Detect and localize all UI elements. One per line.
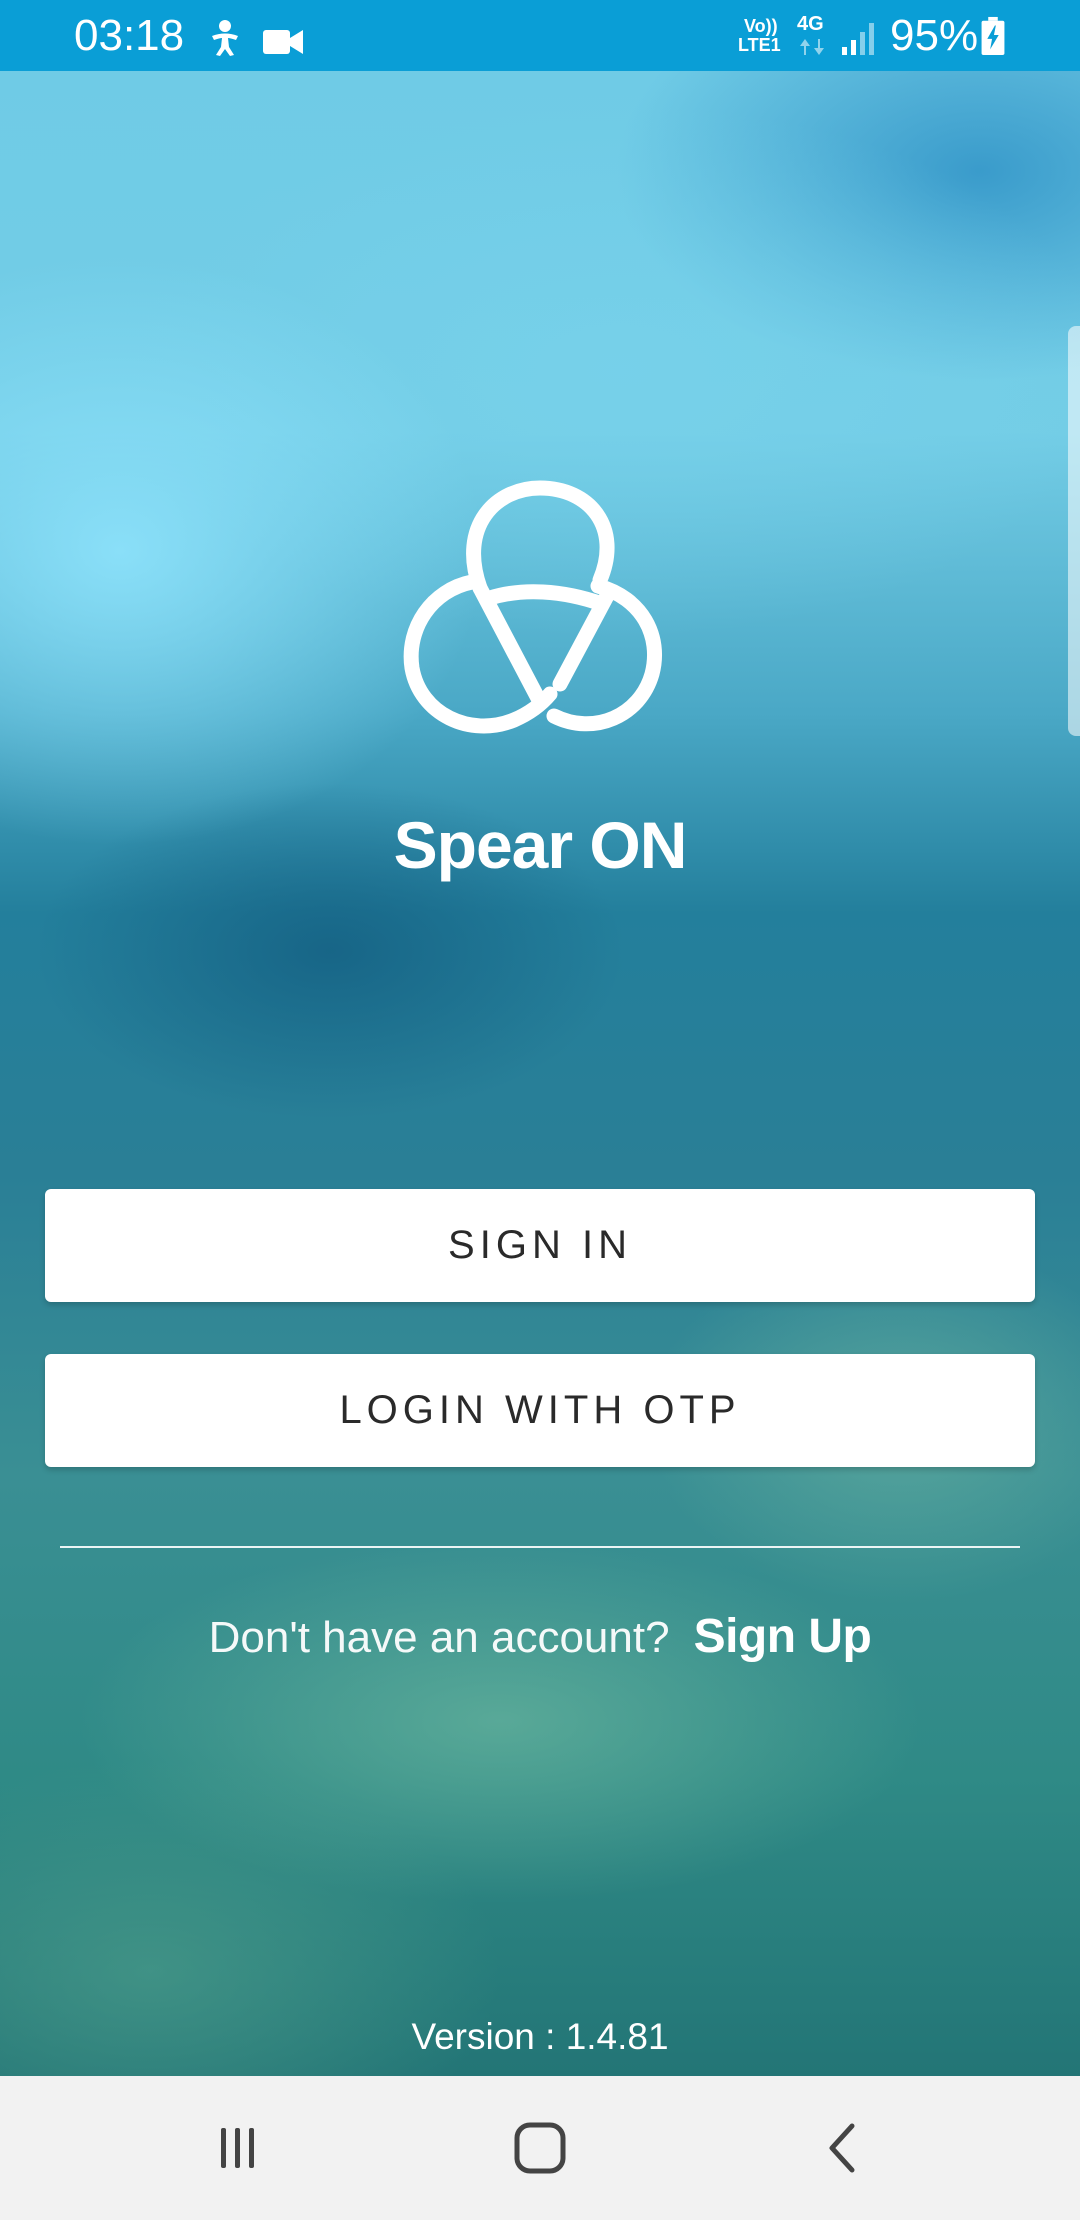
volte-icon: Vo)) LTE1 (738, 17, 788, 59)
account-prompt-text: Don't have an account? (208, 1613, 670, 1662)
lte-label: LTE1 (738, 35, 781, 55)
signal-icon (842, 23, 874, 55)
trefoil-knot-logo (403, 480, 663, 734)
navigation-bar (0, 2076, 1080, 2220)
data-arrows-icon (800, 39, 824, 55)
back-icon (829, 2123, 855, 2173)
blurred-background (0, 71, 1080, 2076)
login-screen: 03:18 Vo)) LTE1 4G 95% Spear ON SIGN IN … (0, 0, 1080, 2220)
status-bar: 03:18 Vo)) LTE1 4G 95% (0, 0, 1080, 71)
divider (60, 1546, 1020, 1548)
battery-percentage: 95% (890, 11, 979, 60)
back-button[interactable] (782, 2076, 902, 2220)
home-button[interactable] (480, 2076, 600, 2220)
status-time: 03:18 (74, 11, 185, 60)
version-text: Version : 1.4.81 (411, 2016, 669, 2057)
login-with-otp-button[interactable]: LOGIN WITH OTP (45, 1354, 1035, 1467)
home-icon (514, 2122, 566, 2174)
sign-up-prompt-row: Don't have an account? Sign Up (0, 1607, 1080, 1668)
data-4g-icon: 4G (797, 13, 829, 59)
video-camera-icon (263, 30, 303, 54)
recent-apps-icon (221, 2128, 254, 2168)
sign-up-link[interactable]: Sign Up (694, 1607, 872, 1667)
sign-in-button[interactable]: SIGN IN (45, 1189, 1035, 1302)
recent-apps-button[interactable] (178, 2076, 298, 2220)
accessibility-icon (212, 20, 238, 56)
login-with-otp-label: LOGIN WITH OTP (339, 1388, 741, 1432)
volte-label: Vo)) (744, 16, 778, 36)
edge-panel-handle[interactable] (1068, 326, 1080, 736)
app-name: Spear ON (393, 808, 688, 882)
sign-in-label: SIGN IN (448, 1223, 632, 1267)
network-type-label: 4G (797, 13, 824, 35)
battery-charging-icon (981, 16, 1005, 56)
